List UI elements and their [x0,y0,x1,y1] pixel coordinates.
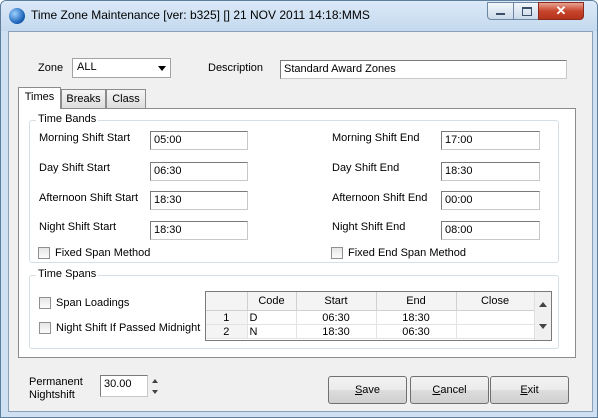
morning-shift-start-field[interactable]: 05:00 [150,131,248,150]
code-cell[interactable]: N [247,324,297,339]
close-button[interactable]: ✕ [538,2,584,20]
span-loadings-checkbox[interactable] [39,297,51,309]
night-shift-end-label: Night Shift End [332,221,406,233]
night-shift-passed-midnight-checkbox[interactable] [39,322,51,334]
span-loadings-label: Span Loadings [56,297,130,309]
exit-label-rest: xit [527,384,539,396]
exit-mnemonic: E [520,384,528,396]
fixed-span-method-checkbox[interactable] [38,247,50,259]
spin-up-icon[interactable] [152,379,158,383]
afternoon-shift-start-field[interactable]: 18:30 [150,191,248,210]
start-cell[interactable]: 06:30 [296,310,377,325]
close-cell[interactable] [456,310,535,325]
night-shift-start-field[interactable]: 18:30 [150,221,248,240]
save-label-rest: ave [362,384,381,396]
zone-label: Zone [38,62,64,74]
minimize-button[interactable] [487,2,514,20]
night-shift-start-label: Night Shift Start [39,221,117,233]
table-row[interactable]: 2 N 18:30 06:30 [206,324,535,339]
tab-breaks[interactable]: Breaks [61,89,106,109]
morning-shift-start-label: Morning Shift Start [39,132,131,144]
grid-corner-cell [206,292,248,311]
afternoon-shift-start-label: Afternoon Shift Start [39,192,139,204]
row-number: 2 [206,324,248,339]
code-cell[interactable]: D [247,310,297,325]
permanent-nightshift-label-line1: Permanent [29,376,83,388]
row-number: 1 [206,310,248,325]
save-button[interactable]: Save [328,376,407,404]
fixed-end-span-method-checkbox[interactable] [331,247,343,259]
permanent-nightshift-label-line2: Nightshift [29,389,75,401]
night-shift-end-field[interactable]: 08:00 [441,221,540,240]
afternoon-shift-end-field[interactable]: 00:00 [441,191,540,210]
column-header-start[interactable]: Start [296,292,377,311]
column-header-code[interactable]: Code [247,292,297,311]
cancel-label-rest: ancel [440,384,467,396]
scroll-up-arrow-icon[interactable] [539,302,547,307]
column-header-end[interactable]: End [376,292,457,311]
exit-button[interactable]: Exit [490,376,569,404]
grid-header-row: Code Start End Close [206,292,535,311]
close-cell[interactable] [456,324,535,339]
time-spans-grid[interactable]: Code Start End Close 1 D 06:30 18:30 2 N [205,291,552,341]
end-cell[interactable]: 06:30 [376,324,457,339]
grid-vertical-scrollbar[interactable] [534,292,551,340]
day-shift-start-field[interactable]: 06:30 [150,162,248,181]
title-bar[interactable]: Time Zone Maintenance [ver: b325] [] 21 … [1,1,597,31]
night-shift-passed-midnight-label: Night Shift If Passed Midnight [56,322,201,334]
time-spans-title: Time Spans [36,268,99,280]
window-title: Time Zone Maintenance [ver: b325] [] 21 … [31,8,370,22]
fixed-end-span-method-label: Fixed End Span Method [348,247,467,259]
scroll-down-arrow-icon[interactable] [539,324,547,329]
maximize-button[interactable] [513,2,539,20]
end-cell[interactable]: 18:30 [376,310,457,325]
description-label: Description [208,62,264,74]
zone-dropdown[interactable]: ALL [72,58,171,78]
chevron-down-icon [158,66,166,71]
day-shift-end-field[interactable]: 18:30 [441,162,540,181]
day-shift-start-label: Day Shift Start [39,162,110,174]
zone-value: ALL [77,61,97,73]
spin-down-icon[interactable] [152,390,158,394]
column-header-close[interactable]: Close [456,292,535,311]
tab-class[interactable]: Class [106,89,146,109]
main-window: Time Zone Maintenance [ver: b325] [] 21 … [0,0,598,418]
start-cell[interactable]: 18:30 [296,324,377,339]
table-row[interactable]: 1 D 06:30 18:30 [206,310,535,325]
tab-times[interactable]: Times [18,87,61,109]
time-bands-title: Time Bands [36,113,99,125]
day-shift-end-label: Day Shift End [332,162,400,174]
fixed-span-method-label: Fixed Span Method [55,247,151,259]
cancel-button[interactable]: Cancel [410,376,489,404]
morning-shift-end-field[interactable]: 17:00 [441,131,540,150]
close-icon: ✕ [555,3,567,18]
permanent-nightshift-field[interactable]: 30.00 [100,375,148,397]
afternoon-shift-end-label: Afternoon Shift End [332,192,428,204]
app-globe-icon [9,8,25,24]
permanent-nightshift-spinner[interactable] [152,379,158,395]
description-field[interactable]: Standard Award Zones [280,60,567,79]
morning-shift-end-label: Morning Shift End [332,132,420,144]
